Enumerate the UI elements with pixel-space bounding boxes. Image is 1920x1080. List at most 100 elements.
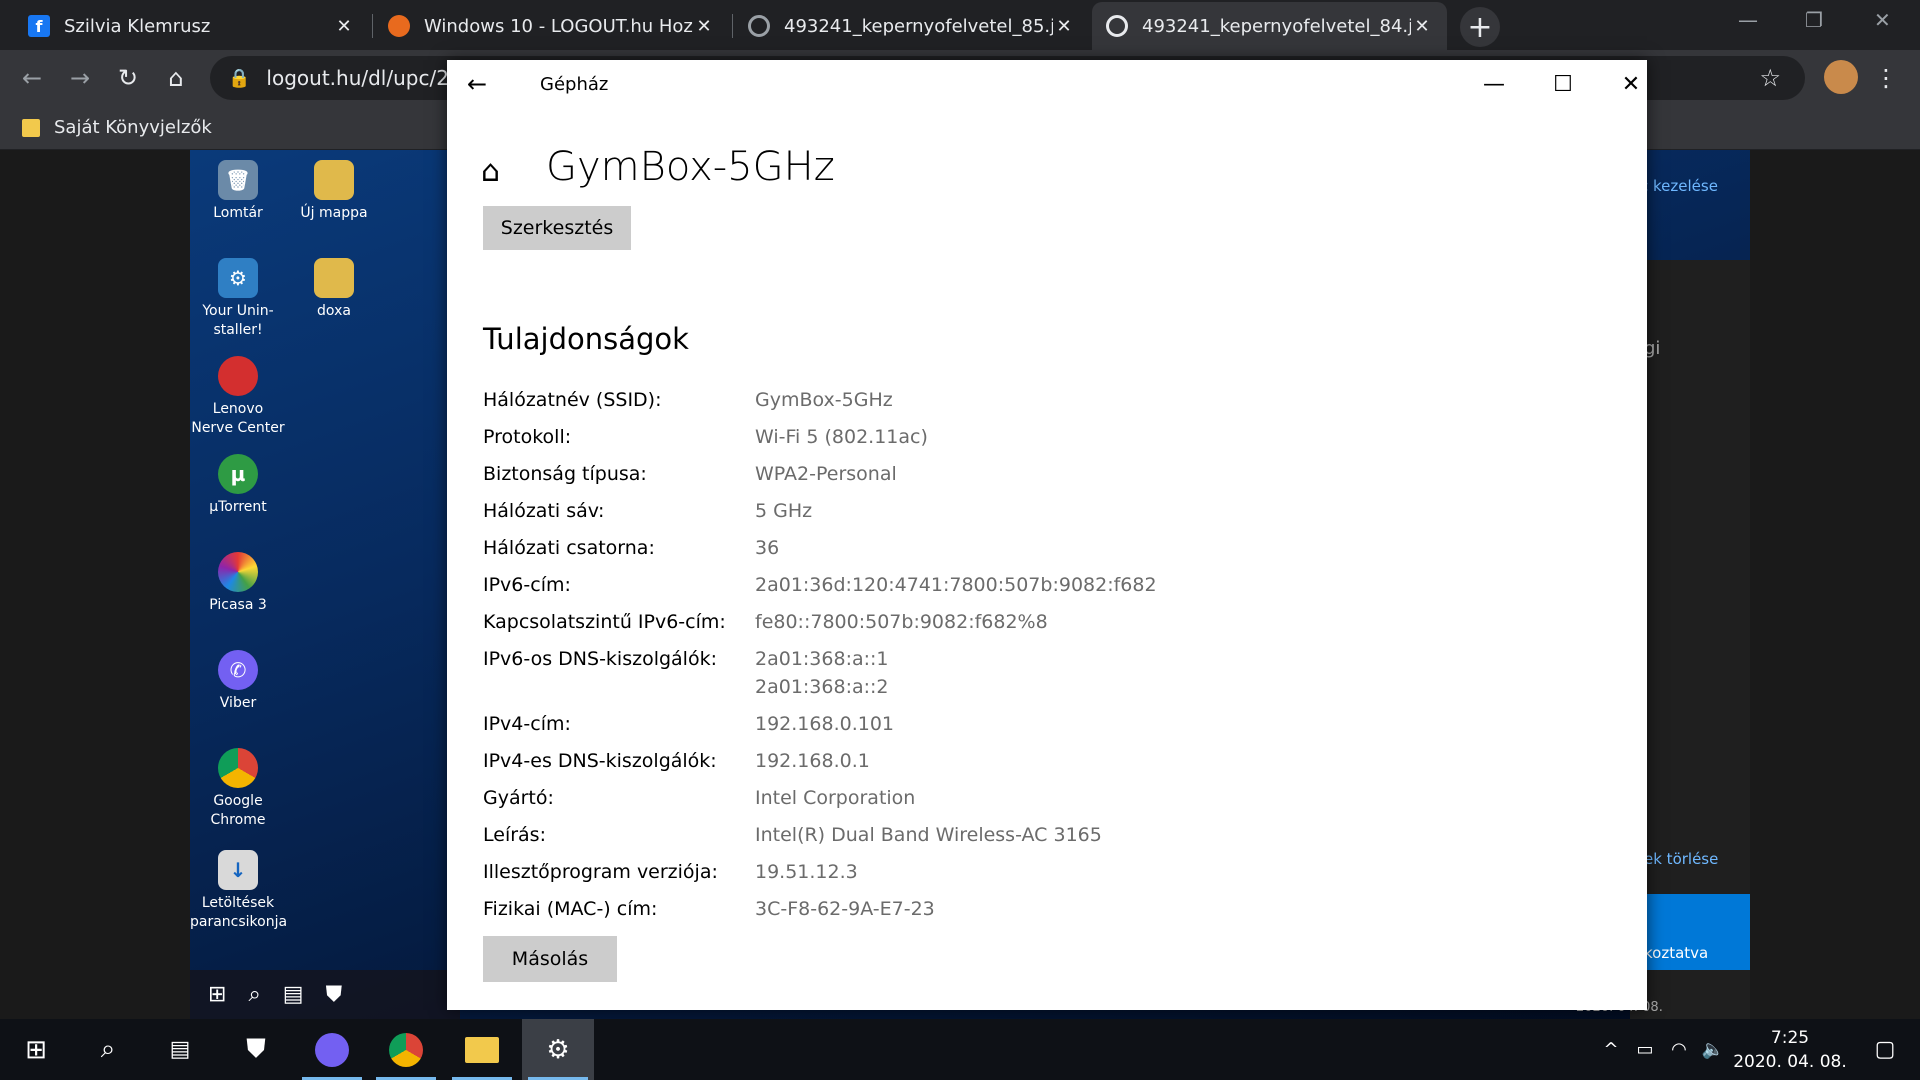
- menu-icon[interactable]: ⋮: [1870, 62, 1902, 94]
- back-arrow-icon[interactable]: ←: [467, 70, 487, 98]
- property-value: 192.168.0.1: [755, 750, 870, 772]
- file-explorer-taskbar-icon[interactable]: [446, 1019, 518, 1080]
- bookmark-folder-label[interactable]: Saját Könyvjelzők: [54, 117, 212, 138]
- tab-separator: [372, 14, 373, 38]
- browser-tab-strip: f Szilvia Klemrusz ✕ Windows 10 - LOGOUT…: [0, 0, 1920, 50]
- recycle-bin-icon: 🗑: [218, 160, 258, 200]
- chevron-up-icon[interactable]: ^: [1594, 1039, 1628, 1060]
- browser-restore-icon[interactable]: ❐: [1805, 8, 1823, 32]
- browser-minimize-icon[interactable]: —: [1738, 8, 1758, 32]
- desktop-icon-recycle-bin[interactable]: 🗑 Lomtár: [190, 160, 286, 223]
- desktop-icon-chrome[interactable]: Google Chrome: [190, 748, 286, 830]
- bookmark-star-icon[interactable]: ☆: [1759, 64, 1781, 92]
- desktop-icon-new-folder[interactable]: Új mappa: [286, 160, 382, 223]
- chrome-taskbar-icon[interactable]: [370, 1019, 442, 1080]
- settings-window: ← Gépház — ☐ ✕ ⌂ GymBox-5GHz Szerkesztés…: [447, 60, 1647, 1010]
- security-shield-icon[interactable]: ⛊: [220, 1019, 292, 1080]
- close-tab-icon[interactable]: ✕: [1053, 16, 1075, 37]
- browser-tab-facebook[interactable]: f Szilvia Klemrusz ✕: [14, 2, 369, 50]
- property-value: 5 GHz: [755, 500, 813, 522]
- property-row: IPv6-os DNS-kiszolgálók: 2a01:368:a::1 2a0…: [483, 645, 1583, 701]
- property-label: Biztonság típusa:: [483, 463, 647, 485]
- minimize-icon[interactable]: —: [1474, 68, 1514, 100]
- clock-time: 7:25: [1770, 1027, 1810, 1048]
- viber-taskbar-icon[interactable]: [296, 1019, 368, 1080]
- battery-icon[interactable]: ▭: [1628, 1039, 1662, 1060]
- task-view-icon[interactable]: ▤: [144, 1019, 216, 1080]
- property-value: 2a01:368:a::2: [755, 676, 889, 698]
- search-icon[interactable]: ⌕: [72, 1019, 144, 1080]
- image-loading-icon: [1106, 15, 1128, 37]
- property-row: Hálózati csatorna: 36: [483, 534, 1583, 562]
- page-title: GymBox-5GHz: [546, 144, 835, 190]
- property-row: IPv4-cím: 192.168.0.101: [483, 710, 1583, 738]
- desktop-icon-uninstaller[interactable]: ⚙ Your Unin-staller!: [190, 258, 286, 340]
- wifi-icon[interactable]: ◠: [1662, 1039, 1696, 1060]
- windows-start-icon[interactable]: ⊞: [0, 1019, 72, 1080]
- property-label: Hálózati sáv:: [483, 500, 605, 522]
- address-text: logout.hu/dl/upc/20: [266, 66, 462, 90]
- desktop-icon-lenovo[interactable]: Lenovo Nerve Center: [190, 356, 286, 438]
- property-label: Kapcsolatszintű IPv6-cím:: [483, 611, 726, 633]
- back-icon[interactable]: ←: [16, 62, 48, 94]
- home-icon: ⌂: [481, 154, 501, 189]
- profile-avatar[interactable]: [1824, 60, 1858, 94]
- desktop-icon-doxa[interactable]: doxa: [286, 258, 382, 321]
- desktop-icon-label: Letöltések parancsikonja: [190, 895, 288, 930]
- desktop-icon-utorrent[interactable]: µ µTorrent: [190, 454, 286, 517]
- property-label: Hálózatnév (SSID):: [483, 389, 662, 411]
- desktop-icon-label: Viber: [219, 695, 257, 711]
- property-row: IPv6-cím: 2a01:36d:120:4741:7800:507b:908…: [483, 571, 1583, 599]
- property-row: Fizikai (MAC-) cím: 3C-F8-62-9A-E7-23: [483, 895, 1583, 923]
- facebook-icon: f: [28, 15, 50, 37]
- reload-icon[interactable]: ↻: [112, 62, 144, 94]
- new-tab-button[interactable]: +: [1460, 7, 1500, 47]
- close-tab-icon[interactable]: ✕: [1411, 16, 1433, 37]
- folder-icon: [22, 118, 40, 137]
- desktop-icon-downloads[interactable]: ↓ Letöltések parancsikonja: [190, 850, 288, 932]
- property-value: Wi-Fi 5 (802.11ac): [755, 426, 928, 448]
- settings-titlebar: ← Gépház — ☐ ✕: [447, 60, 1647, 110]
- desktop-icon-label: Picasa 3: [209, 597, 267, 613]
- property-label: Protokoll:: [483, 426, 572, 448]
- tab-title: 493241_kepernyofelvetel_84.jpg: [1142, 15, 1411, 37]
- property-value: Intel Corporation: [755, 787, 916, 809]
- windows-taskbar: ⊞ ⌕ ▤ ⛊ ⚙ ^ ▭ ◠ 🔈 7:25 2020. 04. 08. ▢: [0, 1019, 1920, 1080]
- property-row: IPv4-es DNS-kiszolgálók: 192.168.0.1: [483, 747, 1583, 775]
- forward-icon[interactable]: →: [64, 62, 96, 94]
- desktop-icon-label: Your Unin-staller!: [202, 303, 274, 338]
- edit-button[interactable]: Szerkesztés: [483, 206, 631, 250]
- desktop-icon-viber[interactable]: ✆ Viber: [190, 650, 286, 713]
- browser-tab-logout[interactable]: Windows 10 - LOGOUT.hu Hozzá ✕: [374, 2, 729, 50]
- browser-close-icon[interactable]: ✕: [1874, 8, 1891, 32]
- browser-tab-image-85[interactable]: 493241_kepernyofelvetel_85.jpg ✕: [734, 2, 1089, 50]
- close-tab-icon[interactable]: ✕: [333, 16, 355, 37]
- property-value: 36: [755, 537, 780, 559]
- settings-taskbar-icon[interactable]: ⚙: [522, 1019, 594, 1080]
- property-row: Leírás: Intel(R) Dual Band Wireless-AC 31…: [483, 821, 1583, 849]
- notifications-icon[interactable]: ▢: [1850, 1037, 1920, 1062]
- system-tray: ^ ▭ ◠ 🔈 7:25 2020. 04. 08. ▢: [1594, 1019, 1920, 1080]
- property-label: Leírás:: [483, 824, 546, 846]
- copy-button[interactable]: Másolás: [483, 936, 617, 982]
- volume-icon[interactable]: 🔈: [1696, 1039, 1730, 1060]
- close-icon[interactable]: ✕: [1611, 68, 1651, 100]
- property-value: Intel(R) Dual Band Wireless-AC 3165: [755, 824, 1102, 846]
- utorrent-icon: µ: [218, 454, 258, 494]
- property-row: Kapcsolatszintű IPv6-cím: fe80::7800:507b…: [483, 608, 1583, 636]
- window-title: Gépház: [540, 74, 609, 95]
- property-row: Biztonság típusa: WPA2-Personal: [483, 460, 1583, 488]
- close-tab-icon[interactable]: ✕: [693, 16, 715, 37]
- lock-icon: 🔒: [228, 67, 251, 89]
- property-label: Illesztőprogram verziója:: [483, 861, 718, 883]
- tab-title: Windows 10 - LOGOUT.hu Hozzá: [424, 15, 693, 37]
- desktop-icon-label: Új mappa: [300, 205, 368, 221]
- property-label: Gyártó:: [483, 787, 554, 809]
- home-icon[interactable]: ⌂: [160, 62, 192, 94]
- clock-date: 2020. 04. 08.: [1733, 1051, 1847, 1072]
- maximize-icon[interactable]: ☐: [1543, 68, 1583, 100]
- clock[interactable]: 7:25 2020. 04. 08.: [1730, 1026, 1850, 1074]
- property-value: GymBox-5GHz: [755, 389, 893, 411]
- desktop-icon-picasa[interactable]: Picasa 3: [190, 552, 286, 615]
- browser-tab-image-84[interactable]: 493241_kepernyofelvetel_84.jpg ✕: [1092, 2, 1447, 50]
